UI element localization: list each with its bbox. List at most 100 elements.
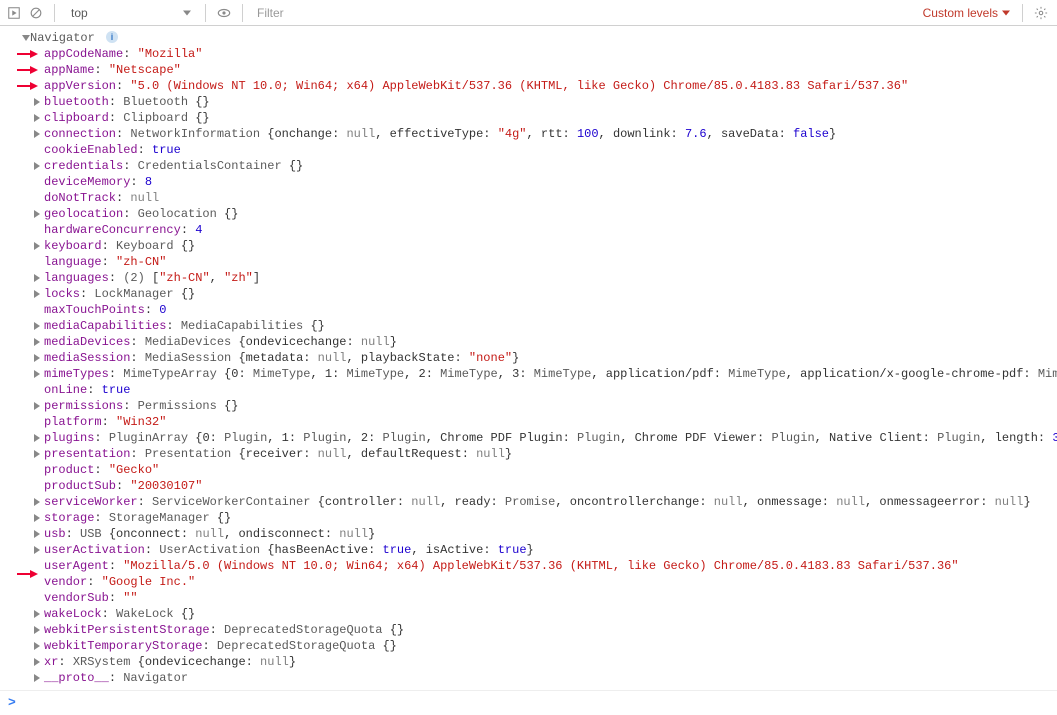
expand-toggle-icon[interactable] <box>34 626 40 634</box>
property-key: userAgent <box>44 559 109 573</box>
expand-toggle-icon[interactable] <box>34 658 40 666</box>
value-segment: , downlink: <box>599 127 685 141</box>
type-label: Plugin <box>771 431 814 445</box>
value-segment: metadata: <box>246 351 318 365</box>
expand-toggle-icon[interactable] <box>34 546 40 554</box>
filter-input[interactable] <box>253 4 911 22</box>
property-value: 0 <box>159 303 166 317</box>
property-key: geolocation <box>44 207 123 221</box>
expand-toggle-icon[interactable] <box>34 610 40 618</box>
expand-toggle-icon[interactable] <box>34 162 40 170</box>
property-row: appVersion: "5.0 (Windows NT 10.0; Win64… <box>8 78 1057 94</box>
value-segment: {} <box>181 287 195 301</box>
value-segment: } <box>1023 495 1030 509</box>
property-row[interactable]: geolocation: Geolocation {} <box>8 206 1057 222</box>
property-row[interactable]: wakeLock: WakeLock {} <box>8 606 1057 622</box>
property-row[interactable]: webkitPersistentStorage: DeprecatedStora… <box>8 622 1057 638</box>
property-row[interactable]: clipboard: Clipboard {} <box>8 110 1057 126</box>
expand-toggle-icon[interactable] <box>34 402 40 410</box>
value-segment: { <box>238 335 245 349</box>
value-segment: true <box>498 543 527 557</box>
property-key: hardwareConcurrency <box>44 223 181 237</box>
value-segment: 100 <box>577 127 599 141</box>
value-segment: controller: <box>325 495 411 509</box>
property-row: language: "zh-CN" <box>8 254 1057 270</box>
console-toolbar: top Custom levels <box>0 0 1057 26</box>
log-levels-select[interactable]: Custom levels <box>917 3 1012 23</box>
expand-toggle-icon[interactable] <box>34 450 40 458</box>
expand-toggle-icon[interactable] <box>34 290 40 298</box>
property-row[interactable]: mimeTypes: MimeTypeArray {0: MimeType, 1… <box>8 366 1057 382</box>
property-row[interactable]: plugins: PluginArray {0: Plugin, 1: Plug… <box>8 430 1057 446</box>
property-row[interactable]: serviceWorker: ServiceWorkerContainer {c… <box>8 494 1057 510</box>
toolbar-separator <box>205 4 206 22</box>
property-key: permissions <box>44 399 123 413</box>
expand-toggle-icon[interactable] <box>34 210 40 218</box>
expand-toggle-icon[interactable] <box>34 114 40 122</box>
type-label: MimeType <box>346 367 404 381</box>
expand-toggle-icon[interactable] <box>34 530 40 538</box>
type-label: DeprecatedStorageQuota <box>224 623 390 637</box>
expand-toggle-icon[interactable] <box>34 274 40 282</box>
expand-toggle-icon[interactable] <box>34 242 40 250</box>
execution-context-icon[interactable] <box>6 5 22 21</box>
property-row[interactable]: mediaDevices: MediaDevices {ondevicechan… <box>8 334 1057 350</box>
property-row[interactable]: bluetooth: Bluetooth {} <box>8 94 1057 110</box>
live-expression-icon[interactable] <box>216 5 232 21</box>
property-row[interactable]: permissions: Permissions {} <box>8 398 1057 414</box>
property-row[interactable]: __proto__: Navigator <box>8 670 1057 686</box>
context-select[interactable]: top <box>65 3 195 23</box>
property-row[interactable]: usb: USB {onconnect: null, ondisconnect:… <box>8 526 1057 542</box>
property-row[interactable]: languages: (2) ["zh-CN", "zh"] <box>8 270 1057 286</box>
property-key: language <box>44 255 102 269</box>
info-icon[interactable]: i <box>106 31 118 43</box>
property-row[interactable]: webkitTemporaryStorage: DeprecatedStorag… <box>8 638 1057 654</box>
type-label: Plugin <box>383 431 426 445</box>
object-root[interactable]: Navigator i <box>8 30 1057 46</box>
console-prompt[interactable]: > <box>0 690 1057 715</box>
property-row[interactable]: locks: LockManager {} <box>8 286 1057 302</box>
type-label: Navigator <box>123 671 188 685</box>
property-key: __proto__ <box>44 671 109 685</box>
value-segment: null <box>411 495 440 509</box>
property-row: deviceMemory: 8 <box>8 174 1057 190</box>
property-value: "Mozilla" <box>138 47 203 61</box>
property-value: 4 <box>195 223 202 237</box>
property-value: 8 <box>145 175 152 189</box>
property-row[interactable]: mediaCapabilities: MediaCapabilities {} <box>8 318 1057 334</box>
value-segment: {} <box>390 623 404 637</box>
expand-toggle-icon[interactable] <box>34 498 40 506</box>
property-row[interactable]: presentation: Presentation {receiver: nu… <box>8 446 1057 462</box>
value-segment: {} <box>310 319 324 333</box>
expand-toggle-icon[interactable] <box>34 322 40 330</box>
type-label: WakeLock <box>116 607 181 621</box>
property-row[interactable]: connection: NetworkInformation {onchange… <box>8 126 1057 142</box>
expand-toggle-icon[interactable] <box>34 338 40 346</box>
property-row[interactable]: userActivation: UserActivation {hasBeenA… <box>8 542 1057 558</box>
expand-toggle-icon[interactable] <box>34 642 40 650</box>
property-row[interactable]: xr: XRSystem {ondevicechange: null} <box>8 654 1057 670</box>
expand-toggle-icon[interactable] <box>22 35 30 41</box>
property-row: vendor: "Google Inc." <box>8 574 1057 590</box>
property-row[interactable]: keyboard: Keyboard {} <box>8 238 1057 254</box>
expand-toggle-icon[interactable] <box>34 370 40 378</box>
property-row[interactable]: storage: StorageManager {} <box>8 510 1057 526</box>
property-row[interactable]: mediaSession: MediaSession {metadata: nu… <box>8 350 1057 366</box>
property-row: platform: "Win32" <box>8 414 1057 430</box>
clear-console-icon[interactable] <box>28 5 44 21</box>
toolbar-separator <box>54 4 55 22</box>
property-row: userAgent: "Mozilla/5.0 (Windows NT 10.0… <box>8 558 1057 574</box>
property-row[interactable]: credentials: CredentialsContainer {} <box>8 158 1057 174</box>
value-segment: { <box>109 527 116 541</box>
expand-toggle-icon[interactable] <box>34 98 40 106</box>
expand-toggle-icon[interactable] <box>34 130 40 138</box>
expand-toggle-icon[interactable] <box>34 514 40 522</box>
expand-toggle-icon[interactable] <box>34 354 40 362</box>
expand-toggle-icon[interactable] <box>34 434 40 442</box>
settings-icon[interactable] <box>1033 5 1049 21</box>
property-key: onLine <box>44 383 87 397</box>
property-key: mediaDevices <box>44 335 130 349</box>
value-segment: 0: <box>231 367 253 381</box>
expand-toggle-icon[interactable] <box>34 674 40 682</box>
value-segment: hasBeenActive: <box>274 543 382 557</box>
